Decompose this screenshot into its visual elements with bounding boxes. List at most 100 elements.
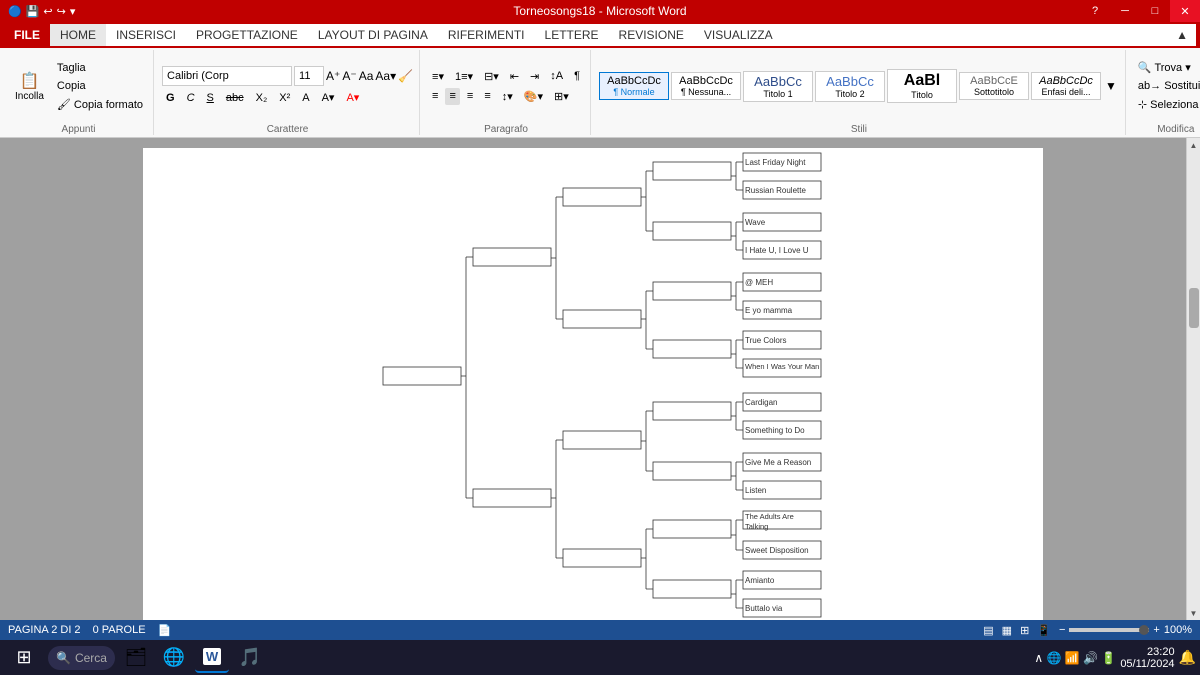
zoom-out-button[interactable]: − bbox=[1059, 624, 1065, 636]
svg-text:Sweet Disposition: Sweet Disposition bbox=[745, 546, 809, 555]
align-left-button[interactable]: ≡ bbox=[428, 88, 442, 105]
bullet-list-button[interactable]: ≡▾ bbox=[428, 68, 448, 85]
search-bar[interactable]: 🔍 Cerca bbox=[48, 646, 115, 670]
ribbon-content: 📋 Incolla Taglia Copia 🖌 Copia formato A… bbox=[0, 48, 1200, 137]
sostituisci-button[interactable]: ab→ Sostituisci bbox=[1134, 78, 1200, 94]
scroll-down-arrow[interactable]: ▼ bbox=[1187, 606, 1200, 620]
color-button[interactable]: A▾ bbox=[342, 89, 363, 106]
view-mobile-icon[interactable]: 📱 bbox=[1037, 624, 1051, 637]
sort-button[interactable]: ↕A bbox=[546, 68, 567, 85]
file-menu[interactable]: FILE bbox=[4, 26, 50, 44]
incolla-button[interactable]: 📋 Incolla bbox=[10, 68, 49, 105]
menu-bar: FILE HOME INSERISCI PROGETTAZIONE LAYOUT… bbox=[0, 22, 1200, 48]
style-titolo[interactable]: AaBl Titolo bbox=[887, 69, 957, 103]
style-normale[interactable]: AaBbCcDc ¶ Normale bbox=[599, 72, 669, 100]
font-size-input[interactable] bbox=[294, 66, 324, 86]
style-nessuna[interactable]: AaBbCcDc ¶ Nessuna... bbox=[671, 72, 741, 100]
scroll-up-arrow[interactable]: ▲ bbox=[1187, 138, 1200, 152]
menu-visualizza[interactable]: VISUALIZZA bbox=[694, 24, 783, 46]
strikethrough-button[interactable]: abc bbox=[222, 90, 248, 106]
menu-revisione[interactable]: REVISIONE bbox=[609, 24, 694, 46]
svg-text:Something to Do: Something to Do bbox=[745, 426, 805, 435]
document-scroll[interactable]: Last Friday Night Russian Roulette Wave … bbox=[0, 138, 1186, 620]
numbered-list-button[interactable]: 1≡▾ bbox=[451, 68, 477, 85]
copia-formato-button[interactable]: 🖌 Copia formato bbox=[53, 96, 147, 113]
vertical-scrollbar[interactable]: ▲ ▼ bbox=[1186, 138, 1200, 620]
svg-text:True Colors: True Colors bbox=[745, 336, 787, 345]
view-web-icon[interactable]: ▦ bbox=[1002, 624, 1012, 637]
trova-button[interactable]: 🔍 Trova ▾ bbox=[1134, 59, 1200, 76]
save-icon[interactable]: 💾 bbox=[26, 5, 40, 18]
taglia-button[interactable]: Taglia bbox=[53, 60, 147, 76]
zoom-in-button[interactable]: + bbox=[1153, 624, 1159, 636]
view-print-icon[interactable]: ▤ bbox=[983, 624, 993, 637]
scroll-thumb[interactable] bbox=[1189, 288, 1199, 328]
menu-home[interactable]: HOME bbox=[50, 24, 106, 46]
justify-button[interactable]: ≡ bbox=[480, 88, 494, 105]
subscript-button[interactable]: X₂ bbox=[252, 90, 272, 106]
menu-progettazione[interactable]: PROGETTAZIONE bbox=[186, 24, 308, 46]
multi-level-button[interactable]: ⊟▾ bbox=[480, 68, 503, 85]
minimize-button[interactable]: ─ bbox=[1110, 0, 1140, 22]
italic-button[interactable]: C bbox=[183, 90, 199, 106]
undo-icon[interactable]: ↩ bbox=[43, 5, 52, 18]
underline-button[interactable]: S bbox=[203, 90, 218, 106]
redo-icon[interactable]: ↪ bbox=[57, 5, 66, 18]
superscript-button[interactable]: X² bbox=[275, 90, 294, 106]
ribbon-toggle[interactable]: ▲ bbox=[1176, 28, 1196, 42]
bracket-svg: Last Friday Night Russian Roulette Wave … bbox=[143, 148, 1003, 620]
start-button[interactable]: ⊞ bbox=[4, 643, 44, 673]
clock[interactable]: 23:20 05/11/2024 bbox=[1120, 646, 1174, 670]
borders-button[interactable]: ⊞▾ bbox=[550, 88, 573, 105]
help-button[interactable]: ? bbox=[1080, 0, 1110, 22]
carattere-label: Carattere bbox=[162, 122, 413, 135]
view-read-icon[interactable]: ⊞ bbox=[1020, 624, 1029, 637]
clipboard-actions: Taglia Copia 🖌 Copia formato bbox=[53, 60, 147, 113]
styles-scroll-down[interactable]: ▼ bbox=[1103, 77, 1119, 95]
line-spacing-button[interactable]: ↕▾ bbox=[498, 88, 517, 105]
shading-button[interactable]: 🎨▾ bbox=[520, 88, 547, 105]
zoom-level: 100% bbox=[1164, 624, 1192, 636]
customize-icon[interactable]: ▾ bbox=[70, 5, 76, 18]
notification-button[interactable]: 🔔 bbox=[1179, 649, 1196, 666]
style-titolo1[interactable]: AaBbCc Titolo 1 bbox=[743, 71, 813, 102]
word-icon: 🔵 bbox=[8, 5, 22, 18]
align-center-button[interactable]: ≡ bbox=[445, 88, 459, 105]
highlight-button[interactable]: A▾ bbox=[318, 89, 339, 106]
increase-font-button[interactable]: A⁺ bbox=[326, 69, 340, 83]
restore-button[interactable]: □ bbox=[1140, 0, 1170, 22]
menu-inserisci[interactable]: INSERISCI bbox=[106, 24, 186, 46]
font-color-button[interactable]: A bbox=[298, 90, 313, 106]
close-button[interactable]: ✕ bbox=[1170, 0, 1200, 22]
decrease-indent-button[interactable]: ⇤ bbox=[506, 68, 523, 85]
taskbar-word[interactable]: W bbox=[195, 643, 229, 673]
menu-items-container: HOME INSERISCI PROGETTAZIONE LAYOUT DI P… bbox=[50, 24, 1196, 46]
stili-label: Stili bbox=[599, 122, 1119, 135]
erase-button[interactable]: 🧹 bbox=[398, 69, 413, 83]
style-titolo2[interactable]: AaBbCc Titolo 2 bbox=[815, 71, 885, 102]
clear-format-button[interactable]: Aa bbox=[359, 69, 374, 83]
seleziona-button[interactable]: ⊹ Seleziona ▾ bbox=[1134, 96, 1200, 113]
taskbar-file-explorer[interactable]: 🗂 bbox=[119, 643, 153, 673]
taskbar-chrome[interactable]: 🌐 bbox=[157, 643, 191, 673]
style-enfasi[interactable]: AaBbCcDc Enfasi deli... bbox=[1031, 72, 1101, 100]
modifica-buttons: 🔍 Trova ▾ ab→ Sostituisci ⊹ Seleziona ▾ bbox=[1134, 59, 1200, 113]
style-sottotitolo[interactable]: AaBbCcE Sottotitolo bbox=[959, 72, 1029, 100]
increase-indent-button[interactable]: ⇥ bbox=[526, 68, 543, 85]
svg-text:I Hate U, I Love U: I Hate U, I Love U bbox=[745, 246, 809, 255]
decrease-font-button[interactable]: A⁻ bbox=[342, 69, 356, 83]
paragrafo-content: ≡▾ 1≡▾ ⊟▾ ⇤ ⇥ ↕A ¶ ≡ ≡ ≡ ≡ ↕▾ 🎨▾ bbox=[428, 50, 584, 122]
case-button[interactable]: Aa▾ bbox=[375, 69, 396, 83]
taskbar-spotify[interactable]: 🎵 bbox=[233, 643, 267, 673]
menu-layout[interactable]: LAYOUT DI PAGINA bbox=[308, 24, 438, 46]
date-display: 05/11/2024 bbox=[1120, 658, 1174, 670]
copia-button[interactable]: Copia bbox=[53, 78, 147, 94]
zoom-slider[interactable] bbox=[1069, 628, 1149, 632]
align-right-button[interactable]: ≡ bbox=[463, 88, 477, 105]
bold-button[interactable]: G bbox=[162, 90, 179, 106]
font-name-input[interactable] bbox=[162, 66, 292, 86]
menu-lettere[interactable]: LETTERE bbox=[535, 24, 609, 46]
modifica-label: Modifica bbox=[1134, 122, 1200, 135]
menu-riferimenti[interactable]: RIFERIMENTI bbox=[438, 24, 535, 46]
show-marks-button[interactable]: ¶ bbox=[570, 68, 584, 85]
